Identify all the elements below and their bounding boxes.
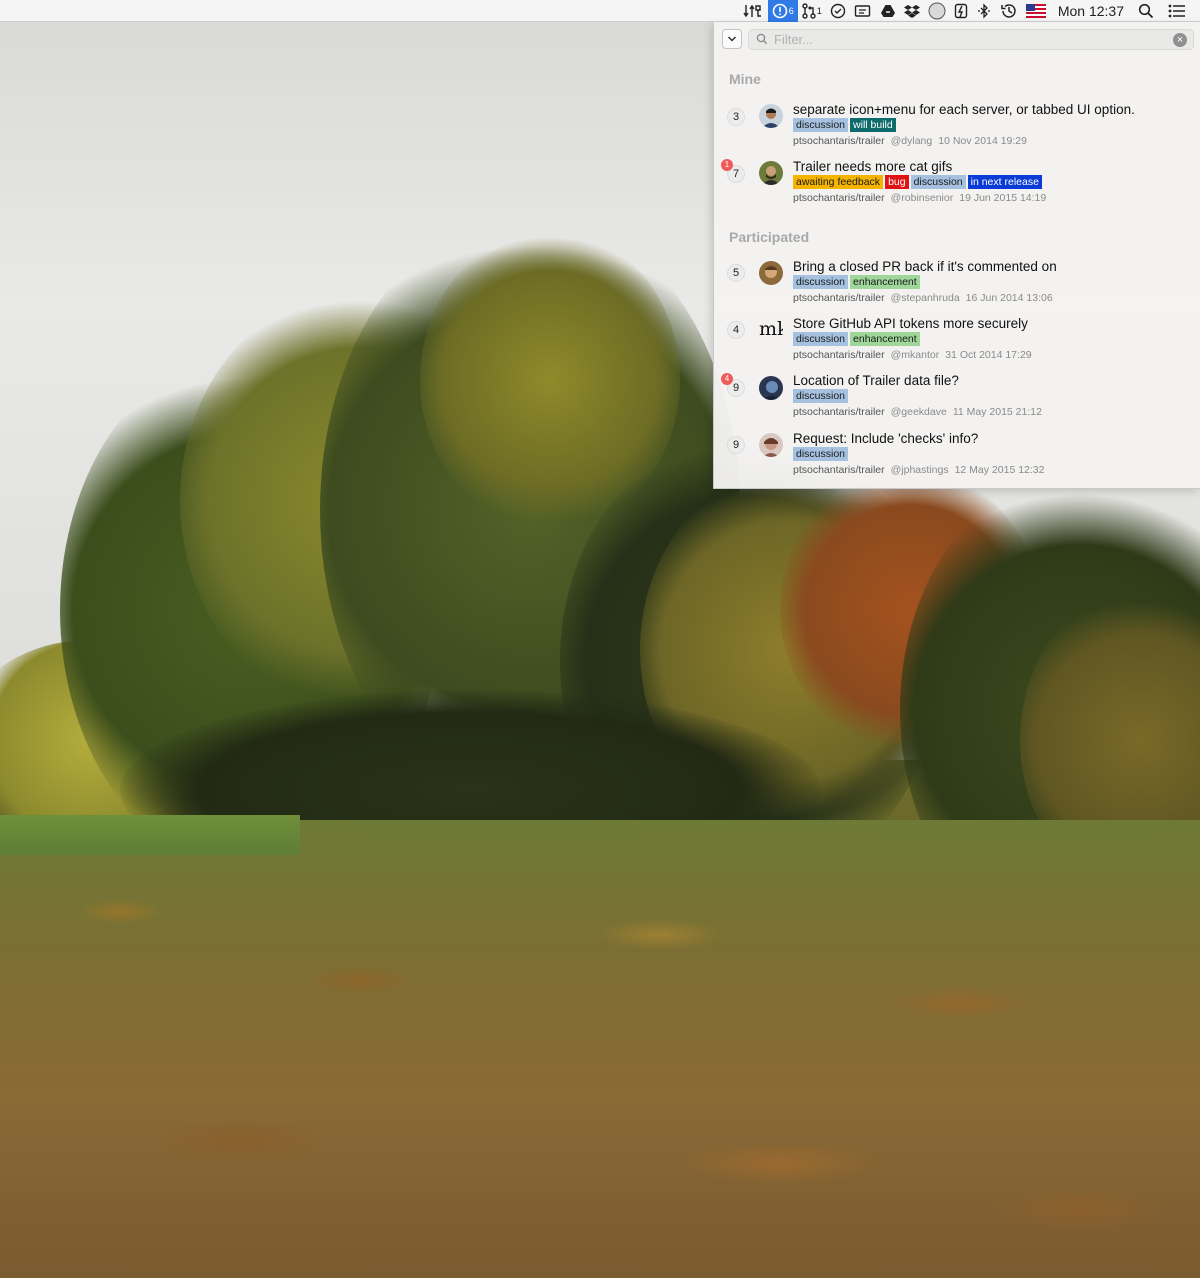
- scope-dropdown-button[interactable]: [722, 29, 742, 49]
- section-title-mine: Mine: [729, 71, 761, 87]
- clear-filter-icon[interactable]: ×: [1173, 32, 1187, 47]
- unread-badge: 4: [721, 373, 733, 385]
- status-circle-icon[interactable]: [924, 0, 950, 22]
- issue-title[interactable]: Location of Trailer data file?: [793, 373, 959, 388]
- issue-item[interactable]: 9 4 Location of Trailer data file? discu…: [714, 372, 1200, 424]
- issue-title[interactable]: separate icon+menu for each server, or t…: [793, 102, 1135, 117]
- issue-date: 11 May 2015 21:12: [952, 406, 1042, 418]
- label-tag: discussion: [793, 118, 849, 132]
- issue-meta: ptsochantaris/trailer @stepanhruda 16 Jun …: [793, 292, 1053, 304]
- label-tag: discussion: [910, 175, 966, 189]
- label-tag: discussion: [793, 332, 849, 346]
- issue-item[interactable]: 3 separate icon+menu for each server, or…: [714, 100, 1200, 152]
- repo-name: ptsochantaris/trailer: [793, 349, 885, 361]
- issue-labels: discussion enhancement: [793, 275, 920, 289]
- label-tag: enhancement: [850, 332, 920, 346]
- network-activity-icon[interactable]: [738, 0, 768, 22]
- issue-date: 10 Nov 2014 19:29: [938, 135, 1027, 147]
- avatar: [759, 376, 783, 400]
- issue-meta: ptsochantaris/trailer @geekdave 11 May 201…: [793, 406, 1042, 418]
- label-tag: discussion: [793, 447, 849, 461]
- issue-meta: ptsochantaris/trailer @mkantor 31 Oct 2014…: [793, 349, 1032, 361]
- filter-input[interactable]: [774, 31, 1154, 47]
- issue-author: @dylang: [890, 135, 933, 147]
- repo-name: ptsochantaris/trailer: [793, 192, 885, 204]
- chevron-down-icon: [727, 36, 737, 42]
- spotlight-search-icon[interactable]: [1134, 0, 1158, 22]
- issue-meta: ptsochantaris/trailer @dylang 10 Nov 2014 …: [793, 135, 1027, 147]
- repo-name: ptsochantaris/trailer: [793, 292, 885, 304]
- wallpaper-grass: [0, 815, 300, 855]
- section-title-participated: Participated: [729, 229, 810, 245]
- repo-name: ptsochantaris/trailer: [793, 464, 885, 476]
- bluetooth-icon[interactable]: [972, 0, 996, 22]
- repo-name: ptsochantaris/trailer: [793, 135, 885, 147]
- issue-labels: discussion will build: [793, 118, 896, 132]
- avatar: [759, 261, 783, 285]
- issue-date: 31 Oct 2014 17:29: [945, 349, 1032, 361]
- issue-title[interactable]: Bring a closed PR back if it's commented…: [793, 259, 1057, 274]
- issue-author: @robinsenior: [890, 192, 954, 204]
- menubar-clock[interactable]: Mon 12:37: [1050, 0, 1134, 22]
- comment-count-badge: 9: [727, 436, 745, 454]
- issue-author: @stepanhruda: [890, 292, 960, 304]
- issue-labels: awaiting feedback bug discussion in next…: [793, 175, 1042, 189]
- notification-center-icon[interactable]: [1164, 0, 1190, 22]
- menu-bar: 6 1 Mon 12:37: [0, 0, 1200, 22]
- search-icon: [756, 33, 768, 45]
- trailer-popover: × Mine Participated 3 separate icon+menu…: [713, 22, 1200, 489]
- issue-labels: discussion enhancement: [793, 332, 920, 346]
- avatar: [759, 433, 783, 457]
- label-tag: discussion: [793, 275, 849, 289]
- comment-count-badge: 4: [727, 321, 745, 339]
- battery-charging-icon[interactable]: [950, 0, 972, 22]
- issue-labels: discussion: [793, 447, 849, 461]
- label-tag: awaiting feedback: [793, 175, 884, 189]
- label-tag: in next release: [967, 175, 1042, 189]
- issue-title[interactable]: Request: Include 'checks' info?: [793, 431, 978, 446]
- label-tag: enhancement: [850, 275, 920, 289]
- issue-item[interactable]: 4 mk Store GitHub API tokens more secure…: [714, 315, 1200, 367]
- pull-request-icon: [802, 2, 816, 19]
- issue-labels: discussion: [793, 389, 849, 403]
- trailer-issues-menu[interactable]: 6: [767, 0, 798, 22]
- issue-meta: ptsochantaris/trailer @jphastings 12 May 2…: [793, 464, 1044, 476]
- issue-author: @geekdave: [890, 406, 947, 418]
- issue-item[interactable]: 9 Request: Include 'checks' info? discus…: [714, 430, 1200, 482]
- time-machine-icon[interactable]: [996, 0, 1022, 22]
- folder-sync-icon[interactable]: [850, 0, 876, 22]
- trailer-prs-menu[interactable]: 1: [798, 0, 826, 22]
- label-tag: discussion: [793, 389, 849, 403]
- label-tag: will build: [850, 118, 896, 132]
- us-flag-icon[interactable]: [1022, 0, 1050, 22]
- issue-author: @mkantor: [890, 349, 940, 361]
- trailer-issues-count: 6: [788, 5, 794, 16]
- issue-item[interactable]: 5 Bring a closed PR back if it's comment…: [714, 258, 1200, 310]
- filter-field[interactable]: ×: [748, 28, 1194, 50]
- trailer-prs-count: 1: [816, 5, 822, 16]
- wallpaper-ground: [0, 820, 1200, 1278]
- repo-name: ptsochantaris/trailer: [793, 406, 885, 418]
- issue-item[interactable]: 7 1 Trailer needs more cat gifs awaiting…: [714, 157, 1200, 209]
- avatar: mk: [759, 318, 783, 340]
- issue-icon: [772, 3, 788, 18]
- avatar: [759, 104, 783, 128]
- label-tag: bug: [885, 175, 909, 189]
- issue-date: 16 Jun 2014 13:06: [965, 292, 1053, 304]
- issue-title[interactable]: Trailer needs more cat gifs: [793, 159, 952, 174]
- dropbox-icon[interactable]: [900, 0, 924, 22]
- filter-bar: ×: [722, 28, 1194, 50]
- avatar: [759, 161, 783, 185]
- issue-date: 19 Jun 2015 14:19: [959, 192, 1047, 204]
- issue-title[interactable]: Store GitHub API tokens more securely: [793, 316, 1028, 331]
- google-drive-icon[interactable]: [876, 0, 900, 22]
- comment-count-badge: 5: [727, 264, 745, 282]
- tasks-check-icon[interactable]: [826, 0, 850, 22]
- comment-count-badge: 3: [727, 108, 745, 126]
- issue-date: 12 May 2015 12:32: [954, 464, 1045, 476]
- issue-meta: ptsochantaris/trailer @robinsenior 19 Jun …: [793, 192, 1046, 204]
- issue-author: @jphastings: [890, 464, 949, 476]
- unread-badge: 1: [721, 159, 733, 171]
